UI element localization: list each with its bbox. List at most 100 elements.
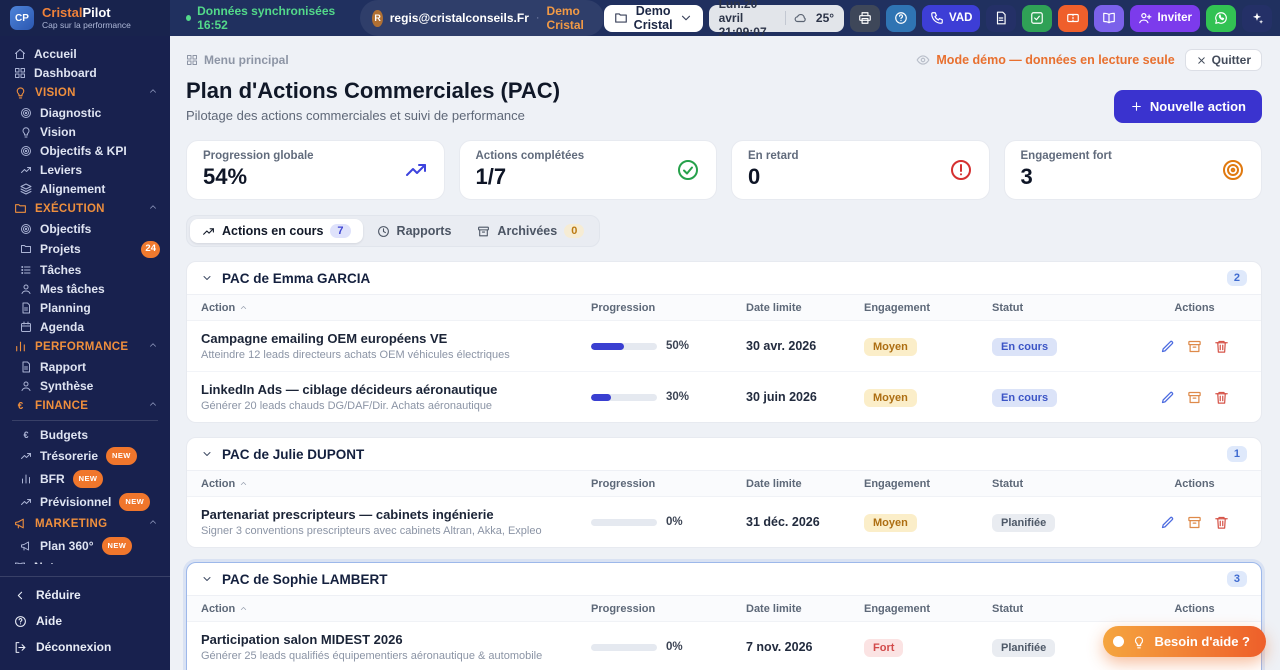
sparkles-icon (1250, 11, 1264, 25)
action-row: Campagne emailing OEM européens VEAttein… (187, 321, 1261, 372)
stat-value: 0 (748, 164, 799, 190)
topbar-tasks-button[interactable] (1022, 5, 1052, 32)
archive-button[interactable] (1187, 339, 1202, 354)
edit-button[interactable] (1160, 390, 1175, 405)
bulb-icon (20, 126, 32, 138)
datetime-label: Lun.20 avril 21:09:07 (719, 0, 778, 39)
group-header[interactable]: PAC de Emma GARCIA2 (187, 262, 1261, 295)
user-plus-icon (1138, 11, 1152, 25)
topbar-printer-button[interactable] (850, 5, 880, 32)
new-badge: NEW (106, 447, 137, 465)
sidebar-item-planning[interactable]: Planning (0, 298, 170, 317)
topbar-help-button[interactable] (886, 5, 916, 32)
table-header: ActionProgressionDate limiteEngagementSt… (187, 471, 1261, 497)
tab-rapports[interactable]: Rapports (365, 219, 464, 243)
engagement-badge: Fort (864, 639, 903, 657)
sidebar-item-bfr[interactable]: BFRNEW (0, 467, 170, 490)
pac-group-pac-de-emma-garcia: PAC de Emma GARCIA2ActionProgressionDate… (186, 261, 1262, 423)
sidebar-item-dashboard[interactable]: Dashboard (0, 63, 170, 82)
trend-icon (404, 158, 428, 182)
sidebar-item-vision[interactable]: Vision (0, 122, 170, 141)
delete-button[interactable] (1214, 390, 1229, 405)
column-header-actions: Actions (1142, 603, 1247, 615)
sidebar-section-vision[interactable]: VISION (0, 82, 170, 103)
user-chip[interactable]: R regis@cristalconseils.Fr · Demo Crista… (360, 0, 603, 36)
sidebar-item-projets[interactable]: Projets24 (0, 238, 170, 260)
archive-button[interactable] (1187, 515, 1202, 530)
action-title: Partenariat prescripteurs — cabinets ing… (201, 507, 591, 522)
group-header[interactable]: PAC de Sophie LAMBERT3 (187, 563, 1261, 596)
sidebar-item-leviers[interactable]: Leviers (0, 160, 170, 179)
group-count-badge: 1 (1227, 446, 1247, 462)
sidebar-item-rapport[interactable]: Rapport (0, 357, 170, 376)
delete-button[interactable] (1214, 339, 1229, 354)
progress-bar (591, 343, 657, 350)
topbar-guide-button[interactable] (1094, 5, 1124, 32)
breadcrumb[interactable]: Menu principal (186, 53, 289, 67)
progress-bar (591, 519, 657, 526)
column-header-action[interactable]: Action (201, 603, 591, 615)
sidebar-item-mes-taches[interactable]: Mes tâches (0, 279, 170, 298)
tab-actions-en-cours[interactable]: Actions en cours7 (190, 219, 363, 243)
sidebar-footer-aide[interactable]: Aide (0, 608, 170, 634)
topbar-ai-button[interactable] (1242, 5, 1272, 32)
sidebar-item-diagnostic[interactable]: Diagnostic (0, 103, 170, 122)
tab-archivees[interactable]: Archivées0 (465, 219, 596, 243)
new-badge: NEW (102, 537, 133, 555)
sidebar-item-synthese[interactable]: Synthèse (0, 376, 170, 395)
separator-dot: · (536, 12, 540, 24)
group-title: PAC de Julie DUPONT (222, 447, 364, 462)
help-circle-icon (894, 11, 908, 25)
sidebar-footer-reduire[interactable]: Réduire (0, 582, 170, 608)
edit-button[interactable] (1160, 515, 1175, 530)
group-count-badge: 2 (1227, 270, 1247, 286)
sidebar-item-budgets[interactable]: €Budgets (0, 425, 170, 444)
sidebar-item-taches[interactable]: Tâches (0, 260, 170, 279)
group-header[interactable]: PAC de Julie DUPONT 1 (187, 438, 1261, 471)
whatsapp-icon (1214, 11, 1228, 25)
doc-icon (20, 361, 32, 373)
target-icon (20, 223, 32, 235)
topbar-vad-button[interactable]: VAD (922, 5, 980, 32)
topbar-document-button[interactable] (986, 5, 1016, 32)
sidebar-section-execution[interactable]: EXÉCUTION (0, 198, 170, 219)
trend-icon (20, 496, 32, 508)
sidebar-item-accueil[interactable]: Accueil (0, 44, 170, 63)
euro-icon: € (14, 399, 27, 412)
archive-button[interactable] (1187, 390, 1202, 405)
new-action-button[interactable]: Nouvelle action (1114, 90, 1262, 123)
sidebar-item-previsionnel[interactable]: PrévisionnelNEW (0, 490, 170, 513)
edit-button[interactable] (1160, 339, 1175, 354)
column-header-engagement: Engagement (864, 478, 992, 490)
stat-value: 3 (1021, 164, 1112, 190)
sidebar-item-objectifs[interactable]: Objectifs (0, 219, 170, 238)
topbar-invite-button[interactable]: Inviter (1130, 5, 1200, 32)
company-selector[interactable]: Demo Cristal (604, 5, 703, 32)
sidebar-item-agenda[interactable]: Agenda (0, 317, 170, 336)
column-header-progression: Progression (591, 603, 746, 615)
deadline: 31 déc. 2026 (746, 515, 864, 529)
brand-name: CristalPilot (42, 6, 131, 20)
help-button[interactable]: Besoin d'aide ? (1103, 626, 1266, 657)
quit-demo-button[interactable]: Quitter (1185, 49, 1262, 71)
group-title: PAC de Sophie LAMBERT (222, 572, 388, 587)
sidebar-section-marketing[interactable]: MARKETING (0, 513, 170, 534)
sidebar-footer-deconnexion[interactable]: Déconnexion (0, 634, 170, 660)
column-header-action[interactable]: Action (201, 478, 591, 490)
topbar-whatsapp-button[interactable] (1206, 5, 1236, 32)
sidebar-item-notes[interactable]: Notes (0, 557, 170, 564)
action-subtitle: Générer 20 leads chauds DG/DAF/Dir. Acha… (201, 400, 591, 412)
action-title: LinkedIn Ads — ciblage décideurs aéronau… (201, 382, 591, 397)
sidebar-item-objectifs-kpi[interactable]: Objectifs & KPI (0, 141, 170, 160)
sidebar-section-performance[interactable]: PERFORMANCE (0, 336, 170, 357)
action-title: Campagne emailing OEM européens VE (201, 331, 591, 346)
topbar-ticket-button[interactable] (1058, 5, 1088, 32)
column-header-action[interactable]: Action (201, 302, 591, 314)
top-header: CP CristalPilot Cap sur la performance D… (0, 0, 1280, 36)
sidebar-item-tresorerie[interactable]: TrésorerieNEW (0, 444, 170, 467)
sidebar-item-alignement[interactable]: Alignement (0, 179, 170, 198)
sidebar-item-plan-360[interactable]: Plan 360°NEW (0, 534, 170, 557)
chevron-down-icon (679, 11, 693, 25)
delete-button[interactable] (1214, 515, 1229, 530)
sidebar-section-finance[interactable]: €FINANCE (0, 395, 170, 416)
